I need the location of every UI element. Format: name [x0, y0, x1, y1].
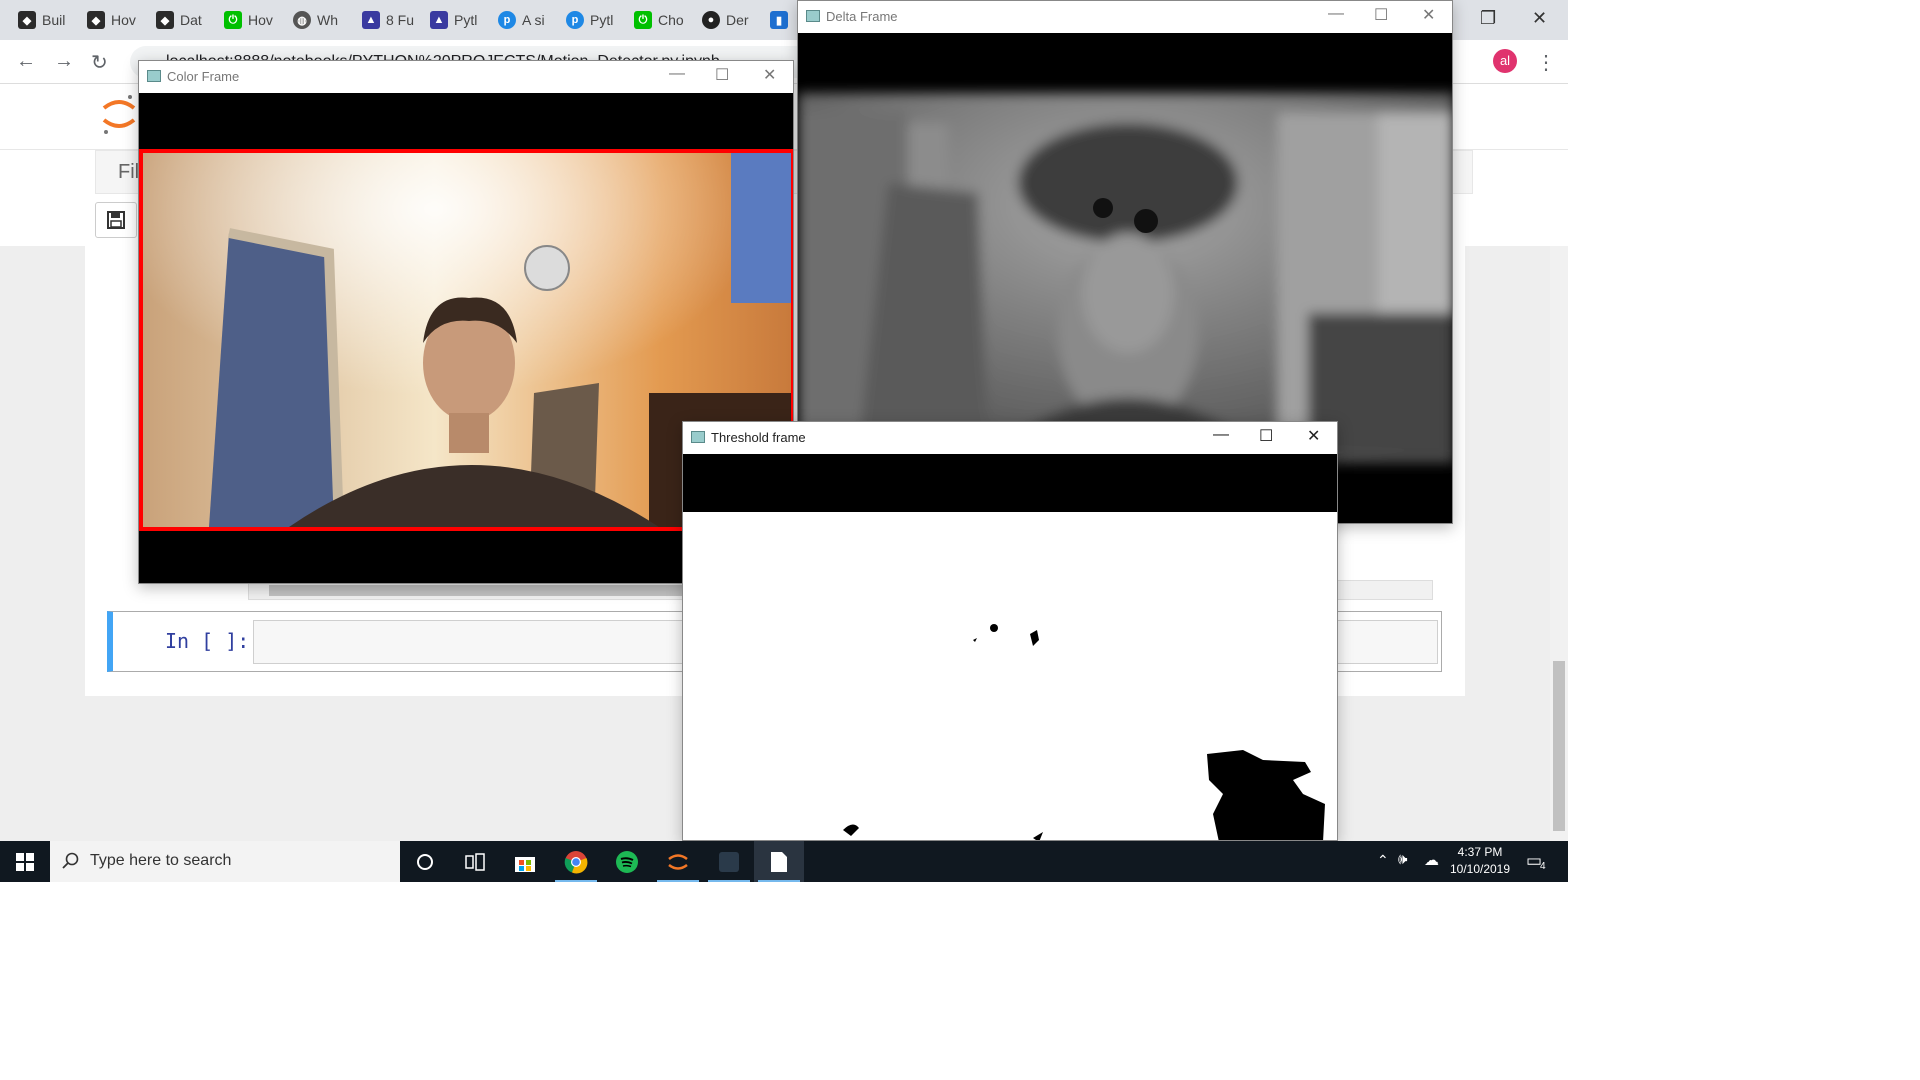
browser-tab[interactable]: pA si	[498, 6, 545, 34]
cell-prompt: In [ ]:	[165, 629, 250, 653]
app-icon	[147, 70, 161, 82]
volume-icon[interactable]: 🕪	[1398, 851, 1407, 868]
window-title: Color Frame	[167, 69, 240, 84]
power-icon: ⏻	[634, 11, 652, 29]
maximize-icon[interactable]: ☐	[1374, 5, 1388, 25]
app-icon	[806, 10, 820, 22]
minimize-icon[interactable]: —	[1213, 426, 1229, 444]
maximize-icon[interactable]: ☐	[1259, 426, 1273, 446]
task-view-icon[interactable]	[450, 841, 500, 882]
threshold-frame-image	[683, 454, 1337, 840]
window-titlebar[interactable]: Delta Frame — ☐ ✕	[798, 1, 1452, 33]
globe-icon: ◍	[293, 11, 311, 29]
search-icon	[62, 852, 79, 869]
browser-tab[interactable]: ◆ Hov	[87, 6, 136, 34]
chevron-up-icon[interactable]: ⌃	[1377, 852, 1389, 869]
browser-tab[interactable]: ▮	[770, 6, 788, 34]
search-placeholder: Type here to search	[90, 852, 232, 869]
threshold-frame-window[interactable]: Threshold frame — ☐ ✕	[682, 421, 1338, 841]
avatar[interactable]: al	[1493, 49, 1517, 73]
cortana-icon[interactable]	[400, 841, 450, 882]
jupyter-logo[interactable]	[100, 92, 138, 136]
chrome-icon[interactable]	[551, 841, 601, 882]
browser-tab[interactable]: ● Der	[702, 6, 749, 34]
reload-icon[interactable]: ↻	[91, 50, 108, 75]
taskbar-search[interactable]: Type here to search	[50, 841, 400, 882]
scroll-thumb[interactable]	[1553, 661, 1565, 831]
browser-tab[interactable]: p Pytl	[566, 6, 613, 34]
browser-tab[interactable]: ▲ Pytl	[430, 6, 477, 34]
window-title: Delta Frame	[826, 9, 898, 24]
browser-tab[interactable]: ⏻ Cho	[634, 6, 684, 34]
minimize-icon[interactable]: —	[1328, 5, 1344, 23]
window-titlebar[interactable]: Color Frame — ☐ ✕	[139, 61, 793, 93]
save-icon	[107, 211, 125, 229]
flask-icon: ▲	[430, 11, 448, 29]
clock-time: 4:37 PM	[1457, 845, 1503, 859]
power-icon: ⏻	[224, 11, 242, 29]
taskbar: Type here to search ⌃ 🕪 ☁ 4:37 PM 10/10/…	[0, 841, 1568, 882]
jupyter-icon[interactable]	[653, 841, 703, 882]
py-icon: p	[498, 11, 516, 29]
close-icon[interactable]: ✕	[1422, 5, 1435, 25]
window-title: Threshold frame	[711, 430, 806, 445]
clock-date: 10/10/2019	[1449, 862, 1511, 876]
browser-tab[interactable]: ◆ Buil	[18, 6, 65, 34]
forward-icon[interactable]: →	[54, 50, 74, 73]
close-icon[interactable]: ✕	[1532, 8, 1547, 29]
rocket-icon: ◆	[87, 11, 105, 29]
rocket-icon: ◆	[156, 11, 174, 29]
maximize-icon[interactable]: ☐	[715, 65, 729, 85]
flask-icon: ▲	[362, 11, 380, 29]
window-titlebar[interactable]: Threshold frame — ☐ ✕	[683, 422, 1337, 454]
store-icon[interactable]	[500, 841, 550, 882]
rocket-icon: ◆	[18, 11, 36, 29]
close-icon[interactable]: ✕	[763, 65, 776, 85]
app-icon	[691, 431, 705, 443]
scroll-thumb[interactable]	[269, 585, 699, 596]
browser-tab[interactable]: ▲ 8 Fu	[362, 6, 414, 34]
py-icon: p	[566, 11, 584, 29]
notification-count: 4	[1540, 861, 1546, 872]
network-icon[interactable]: ☁	[1424, 851, 1439, 869]
back-icon[interactable]: ←	[16, 50, 36, 73]
save-button[interactable]	[95, 202, 137, 238]
chart-icon: ▮	[770, 11, 788, 29]
spotify-icon[interactable]	[602, 841, 652, 882]
menu-file[interactable]: Fil	[118, 161, 139, 184]
restore-icon[interactable]: ❐	[1480, 8, 1496, 29]
github-icon: ●	[702, 11, 720, 29]
python-window-icon[interactable]	[704, 841, 754, 882]
close-icon[interactable]: ✕	[1307, 426, 1320, 446]
file-icon[interactable]	[754, 841, 804, 882]
browser-tab[interactable]: ◍ Wh	[293, 6, 338, 34]
windows-start-icon[interactable]	[0, 841, 50, 882]
browser-tab[interactable]: ⏻ Hov	[224, 6, 273, 34]
system-clock[interactable]: 4:37 PM 10/10/2019	[1445, 844, 1515, 878]
minimize-icon[interactable]: —	[669, 65, 685, 83]
browser-tab[interactable]: ◆ Dat	[156, 6, 202, 34]
page-scrollbar[interactable]	[1550, 246, 1568, 841]
menu-icon[interactable]: ⋮	[1536, 50, 1556, 75]
